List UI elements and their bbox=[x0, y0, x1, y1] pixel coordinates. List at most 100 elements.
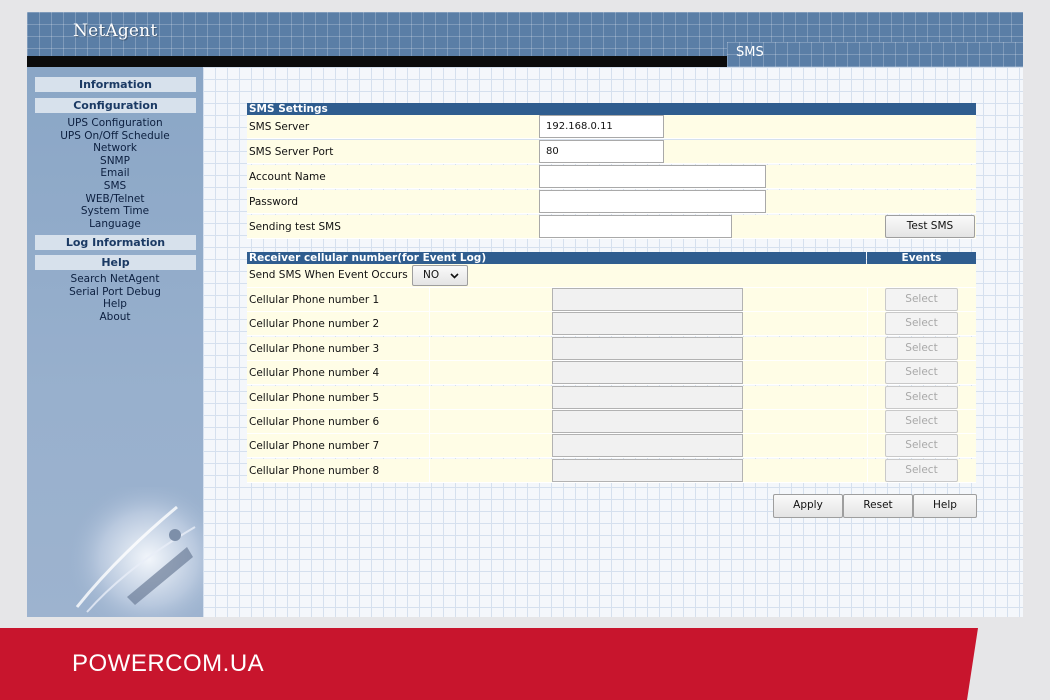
test-sms-button[interactable]: Test SMS bbox=[885, 215, 975, 238]
sms-server-port-label: SMS Server Port bbox=[249, 146, 334, 158]
sms-server-row: SMS Server 192.168.0.11 bbox=[247, 115, 976, 139]
phone-number-label: Cellular Phone number 4 bbox=[249, 367, 380, 379]
sidebar-item-search-netagent[interactable]: Search NetAgent bbox=[27, 273, 203, 286]
phone-number-input[interactable] bbox=[552, 434, 743, 457]
page-title: SMS bbox=[736, 45, 764, 60]
sidebar-configuration[interactable]: Configuration bbox=[35, 98, 196, 113]
sms-server-port-row: SMS Server Port 80 bbox=[247, 140, 976, 164]
select-events-button[interactable]: Select bbox=[885, 459, 958, 482]
phone-number-input[interactable] bbox=[552, 386, 743, 409]
column-divider bbox=[867, 361, 868, 385]
sidebar-item-sms[interactable]: SMS bbox=[27, 180, 203, 193]
phone-number-row: Cellular Phone number 6 Select bbox=[247, 410, 976, 434]
sms-server-port-input[interactable]: 80 bbox=[539, 140, 664, 163]
password-row: Password bbox=[247, 190, 976, 214]
select-events-button[interactable]: Select bbox=[885, 288, 958, 311]
column-divider bbox=[867, 337, 868, 361]
sidebar-item-language[interactable]: Language bbox=[27, 218, 203, 231]
sidebar-help[interactable]: Help bbox=[35, 255, 196, 270]
sms-settings-header: SMS Settings bbox=[247, 103, 976, 115]
sidebar-item-system-time[interactable]: System Time bbox=[27, 205, 203, 218]
select-events-button[interactable]: Select bbox=[885, 386, 958, 409]
help-button[interactable]: Help bbox=[913, 494, 977, 518]
sidebar: Information Configuration UPS Configurat… bbox=[27, 67, 203, 617]
apply-button[interactable]: Apply bbox=[773, 494, 843, 518]
sms-server-input[interactable]: 192.168.0.11 bbox=[539, 115, 664, 138]
receiver-header: Receiver cellular number(for Event Log) bbox=[247, 252, 866, 264]
sending-test-sms-label: Sending test SMS bbox=[249, 221, 341, 233]
sidebar-item-network[interactable]: Network bbox=[27, 142, 203, 155]
phone-number-label: Cellular Phone number 5 bbox=[249, 392, 380, 404]
phone-number-row: Cellular Phone number 8 Select bbox=[247, 459, 976, 483]
phone-number-input[interactable] bbox=[552, 361, 743, 384]
column-divider bbox=[867, 386, 868, 410]
column-divider bbox=[429, 312, 430, 336]
account-name-row: Account Name bbox=[247, 165, 976, 189]
column-divider bbox=[867, 288, 868, 312]
sidebar-item-serial-port-debug[interactable]: Serial Port Debug bbox=[27, 286, 203, 299]
phone-number-label: Cellular Phone number 1 bbox=[249, 294, 380, 306]
phone-number-input[interactable] bbox=[552, 288, 743, 311]
reset-button[interactable]: Reset bbox=[843, 494, 913, 518]
send-sms-when-event-value: NO bbox=[423, 269, 440, 281]
test-sms-number-input[interactable] bbox=[539, 215, 732, 238]
send-sms-when-event-row: Send SMS When Event Occurs NO bbox=[247, 264, 976, 288]
password-input[interactable] bbox=[539, 190, 766, 213]
column-divider bbox=[867, 459, 868, 483]
account-name-label: Account Name bbox=[249, 171, 326, 183]
sidebar-item-email[interactable]: Email bbox=[27, 167, 203, 180]
events-header: Events bbox=[867, 252, 976, 264]
column-divider bbox=[867, 434, 868, 458]
phone-number-input[interactable] bbox=[552, 459, 743, 482]
password-label: Password bbox=[249, 196, 299, 208]
sidebar-config-links: UPS Configuration UPS On/Off Schedule Ne… bbox=[27, 117, 203, 230]
sidebar-item-about[interactable]: About bbox=[27, 311, 203, 324]
phone-number-row: Cellular Phone number 7 Select bbox=[247, 434, 976, 458]
send-sms-when-event-select[interactable]: NO bbox=[412, 265, 468, 286]
browser-page: NetAgent SMS Information Configuration U… bbox=[27, 12, 1023, 617]
column-divider bbox=[429, 361, 430, 385]
select-events-button[interactable]: Select bbox=[885, 434, 958, 457]
column-divider bbox=[429, 410, 430, 434]
phone-number-label: Cellular Phone number 7 bbox=[249, 440, 380, 452]
sidebar-item-web-telnet[interactable]: WEB/Telnet bbox=[27, 193, 203, 206]
phone-number-label: Cellular Phone number 6 bbox=[249, 416, 380, 428]
phone-number-row: Cellular Phone number 3 Select bbox=[247, 337, 976, 361]
sidebar-log-information[interactable]: Log Information bbox=[35, 235, 196, 250]
sidebar-help-links: Search NetAgent Serial Port Debug Help A… bbox=[27, 273, 203, 323]
sidebar-information[interactable]: Information bbox=[35, 77, 196, 92]
sending-test-sms-row: Sending test SMS Test SMS bbox=[247, 215, 976, 239]
phone-number-input[interactable] bbox=[552, 410, 743, 433]
column-divider bbox=[867, 410, 868, 434]
chevron-down-icon bbox=[450, 273, 459, 279]
column-divider bbox=[429, 434, 430, 458]
phone-number-row: Cellular Phone number 5 Select bbox=[247, 386, 976, 410]
phone-number-row: Cellular Phone number 4 Select bbox=[247, 361, 976, 385]
column-divider bbox=[429, 337, 430, 361]
sidebar-item-snmp[interactable]: SNMP bbox=[27, 155, 203, 168]
select-events-button[interactable]: Select bbox=[885, 410, 958, 433]
netagent-logo: NetAgent bbox=[73, 21, 158, 41]
phone-number-input[interactable] bbox=[552, 337, 743, 360]
sidebar-item-ups-configuration[interactable]: UPS Configuration bbox=[27, 117, 203, 130]
footer-brand: POWERCOM.UA bbox=[72, 650, 265, 677]
column-divider bbox=[429, 459, 430, 483]
sidebar-item-ups-onoff-schedule[interactable]: UPS On/Off Schedule bbox=[27, 130, 203, 143]
sidebar-item-help[interactable]: Help bbox=[27, 298, 203, 311]
column-divider bbox=[429, 288, 430, 312]
main-content: SMS Settings SMS Server 192.168.0.11 SMS… bbox=[203, 67, 1023, 617]
account-name-input[interactable] bbox=[539, 165, 766, 188]
phone-number-label: Cellular Phone number 3 bbox=[249, 343, 380, 355]
select-events-button[interactable]: Select bbox=[885, 312, 958, 335]
phone-number-input[interactable] bbox=[552, 312, 743, 335]
sms-server-label: SMS Server bbox=[249, 121, 310, 133]
page-title-box bbox=[727, 42, 1023, 67]
select-events-button[interactable]: Select bbox=[885, 361, 958, 384]
column-divider bbox=[867, 312, 868, 336]
phone-number-label: Cellular Phone number 2 bbox=[249, 318, 380, 330]
select-events-button[interactable]: Select bbox=[885, 337, 958, 360]
sidebar-decorative-art bbox=[67, 487, 203, 617]
send-sms-when-event-label: Send SMS When Event Occurs bbox=[249, 269, 408, 281]
phone-number-row: Cellular Phone number 2 Select bbox=[247, 312, 976, 336]
phone-number-row: Cellular Phone number 1 Select bbox=[247, 288, 976, 312]
